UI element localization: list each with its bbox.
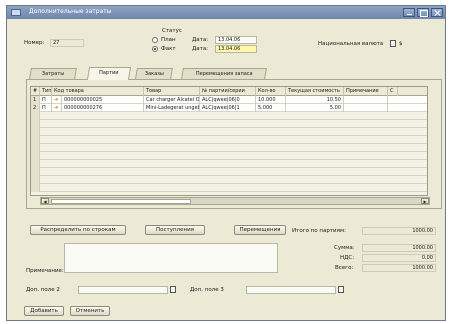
status-label: Статус — [162, 28, 182, 34]
col-header[interactable]: № партии/серии — [200, 87, 256, 96]
row-code: 000000000276 — [62, 104, 144, 112]
field3-label: Доп. поле 3 — [190, 287, 224, 293]
field3-lookup-icon[interactable] — [338, 286, 344, 293]
scroll-right-icon[interactable]: ▶ — [421, 198, 429, 204]
col-header[interactable]: # — [31, 87, 40, 96]
empty-row[interactable] — [31, 144, 427, 152]
col-header[interactable]: Примечание — [344, 87, 388, 96]
minimize-icon[interactable] — [403, 8, 415, 17]
scroll-thumb[interactable] — [51, 199, 191, 204]
row-cost[interactable]: 10.50 — [286, 96, 344, 104]
row-code: 000000000025 — [62, 96, 144, 104]
row-number: 1 — [31, 96, 40, 104]
number-label: Номер: — [24, 40, 45, 46]
empty-row[interactable] — [31, 168, 427, 176]
table-row[interactable]: 2 П ➜ 000000000276 Mini-Ladegerat ungebl… — [31, 104, 427, 112]
window-icon — [11, 9, 21, 16]
col-header[interactable]: Товар — [144, 87, 200, 96]
moves-button[interactable]: Перемещения — [234, 225, 286, 235]
table-header: # Тип Код товара Товар № партии/серии Ко… — [31, 87, 427, 96]
batches-table: # Тип Код товара Товар № партии/серии Ко… — [30, 86, 428, 196]
distribute-button[interactable]: Распределить по строкам — [30, 225, 126, 235]
empty-row[interactable] — [31, 136, 427, 144]
col-header[interactable]: Тип — [40, 87, 52, 96]
vat-label: НДС: — [340, 255, 355, 261]
batches-total-value: 1000.00 — [362, 227, 436, 235]
status-plan-label: План — [161, 37, 176, 43]
empty-row[interactable] — [31, 120, 427, 128]
tab-costs[interactable]: Затраты — [29, 68, 77, 79]
date-plan-label: Дата: — [192, 37, 209, 43]
row-note[interactable] — [344, 104, 388, 112]
status-fact-radio[interactable] — [152, 46, 158, 52]
empty-row[interactable] — [31, 176, 427, 184]
sum-value: 1000.00 — [362, 244, 436, 252]
date-fact-label: Дата: — [192, 46, 209, 52]
cancel-button[interactable]: Отменить — [70, 306, 110, 316]
currency-label: Национальная валюта — [318, 41, 384, 47]
table-row[interactable]: 1 П ➜ 000000000025 Car charger Alcatel O… — [31, 96, 427, 104]
field3-input[interactable] — [246, 286, 336, 294]
row-number: 2 — [31, 104, 40, 112]
total-value: 1000.00 — [362, 264, 436, 272]
tab-orders[interactable]: Заказы — [135, 68, 173, 79]
total-label: Всего: — [335, 265, 354, 271]
row-batch: ALC|qwee|06|1 — [200, 104, 256, 112]
row-qty: 10.000 — [256, 96, 286, 104]
empty-row[interactable] — [31, 112, 427, 120]
receipts-button[interactable]: Поступления — [145, 225, 205, 235]
maximize-icon[interactable] — [417, 8, 429, 17]
row-note[interactable] — [344, 96, 388, 104]
note-label: Примечание: — [26, 268, 64, 274]
empty-row[interactable] — [31, 160, 427, 168]
horizontal-scrollbar[interactable]: ◀ ▶ — [40, 197, 430, 205]
link-arrow-icon[interactable]: ➜ — [52, 104, 62, 112]
row-type: П — [40, 96, 52, 104]
status-plan-radio[interactable] — [152, 37, 158, 43]
empty-row[interactable] — [31, 152, 427, 160]
col-header[interactable]: Текущая стоимость — [286, 87, 344, 96]
empty-row[interactable] — [31, 184, 427, 192]
currency-value: $ — [399, 41, 403, 47]
col-header[interactable]: Кол-во — [256, 87, 286, 96]
row-item: Car charger Alcatel OT — [146, 96, 200, 104]
add-button[interactable]: Добавить — [24, 306, 64, 316]
row-type: П — [40, 104, 52, 112]
scroll-left-icon[interactable]: ◀ — [41, 198, 49, 204]
number-field[interactable]: 27 — [50, 39, 84, 47]
batches-total-label: Итого по партиям: — [292, 228, 346, 234]
row-batch: ALC|qwee|06|0 — [200, 96, 256, 104]
window-title: Дополнительные затраты — [29, 8, 112, 15]
field2-lookup-icon[interactable] — [170, 286, 176, 293]
tab-batches[interactable]: Партии — [86, 67, 132, 80]
currency-lookup-icon[interactable] — [390, 40, 396, 47]
field2-label: Доп. поле 2 — [26, 287, 60, 293]
tab-stock-moves[interactable]: Перемещения запаса — [181, 68, 267, 79]
field2-input[interactable] — [78, 286, 168, 294]
row-item: Mini-Ladegerat ungebl — [146, 104, 200, 112]
date-plan-field[interactable]: 13.04.06 — [215, 36, 257, 44]
empty-row[interactable] — [31, 128, 427, 136]
status-fact-label: Факт — [161, 46, 176, 52]
col-header[interactable]: С — [388, 87, 398, 96]
note-textarea[interactable] — [64, 243, 278, 273]
sum-label: Сумма: — [334, 245, 355, 251]
date-fact-field[interactable]: 13.04.06 — [215, 45, 257, 53]
col-header[interactable]: Код товара — [52, 87, 144, 96]
close-icon[interactable] — [431, 8, 443, 17]
vat-value: 0.00 — [362, 254, 436, 262]
title-bar[interactable]: Дополнительные затраты — [7, 6, 445, 19]
link-arrow-icon[interactable]: ➜ — [52, 96, 62, 104]
row-cost[interactable]: 5.00 — [286, 104, 344, 112]
row-qty: 5.000 — [256, 104, 286, 112]
